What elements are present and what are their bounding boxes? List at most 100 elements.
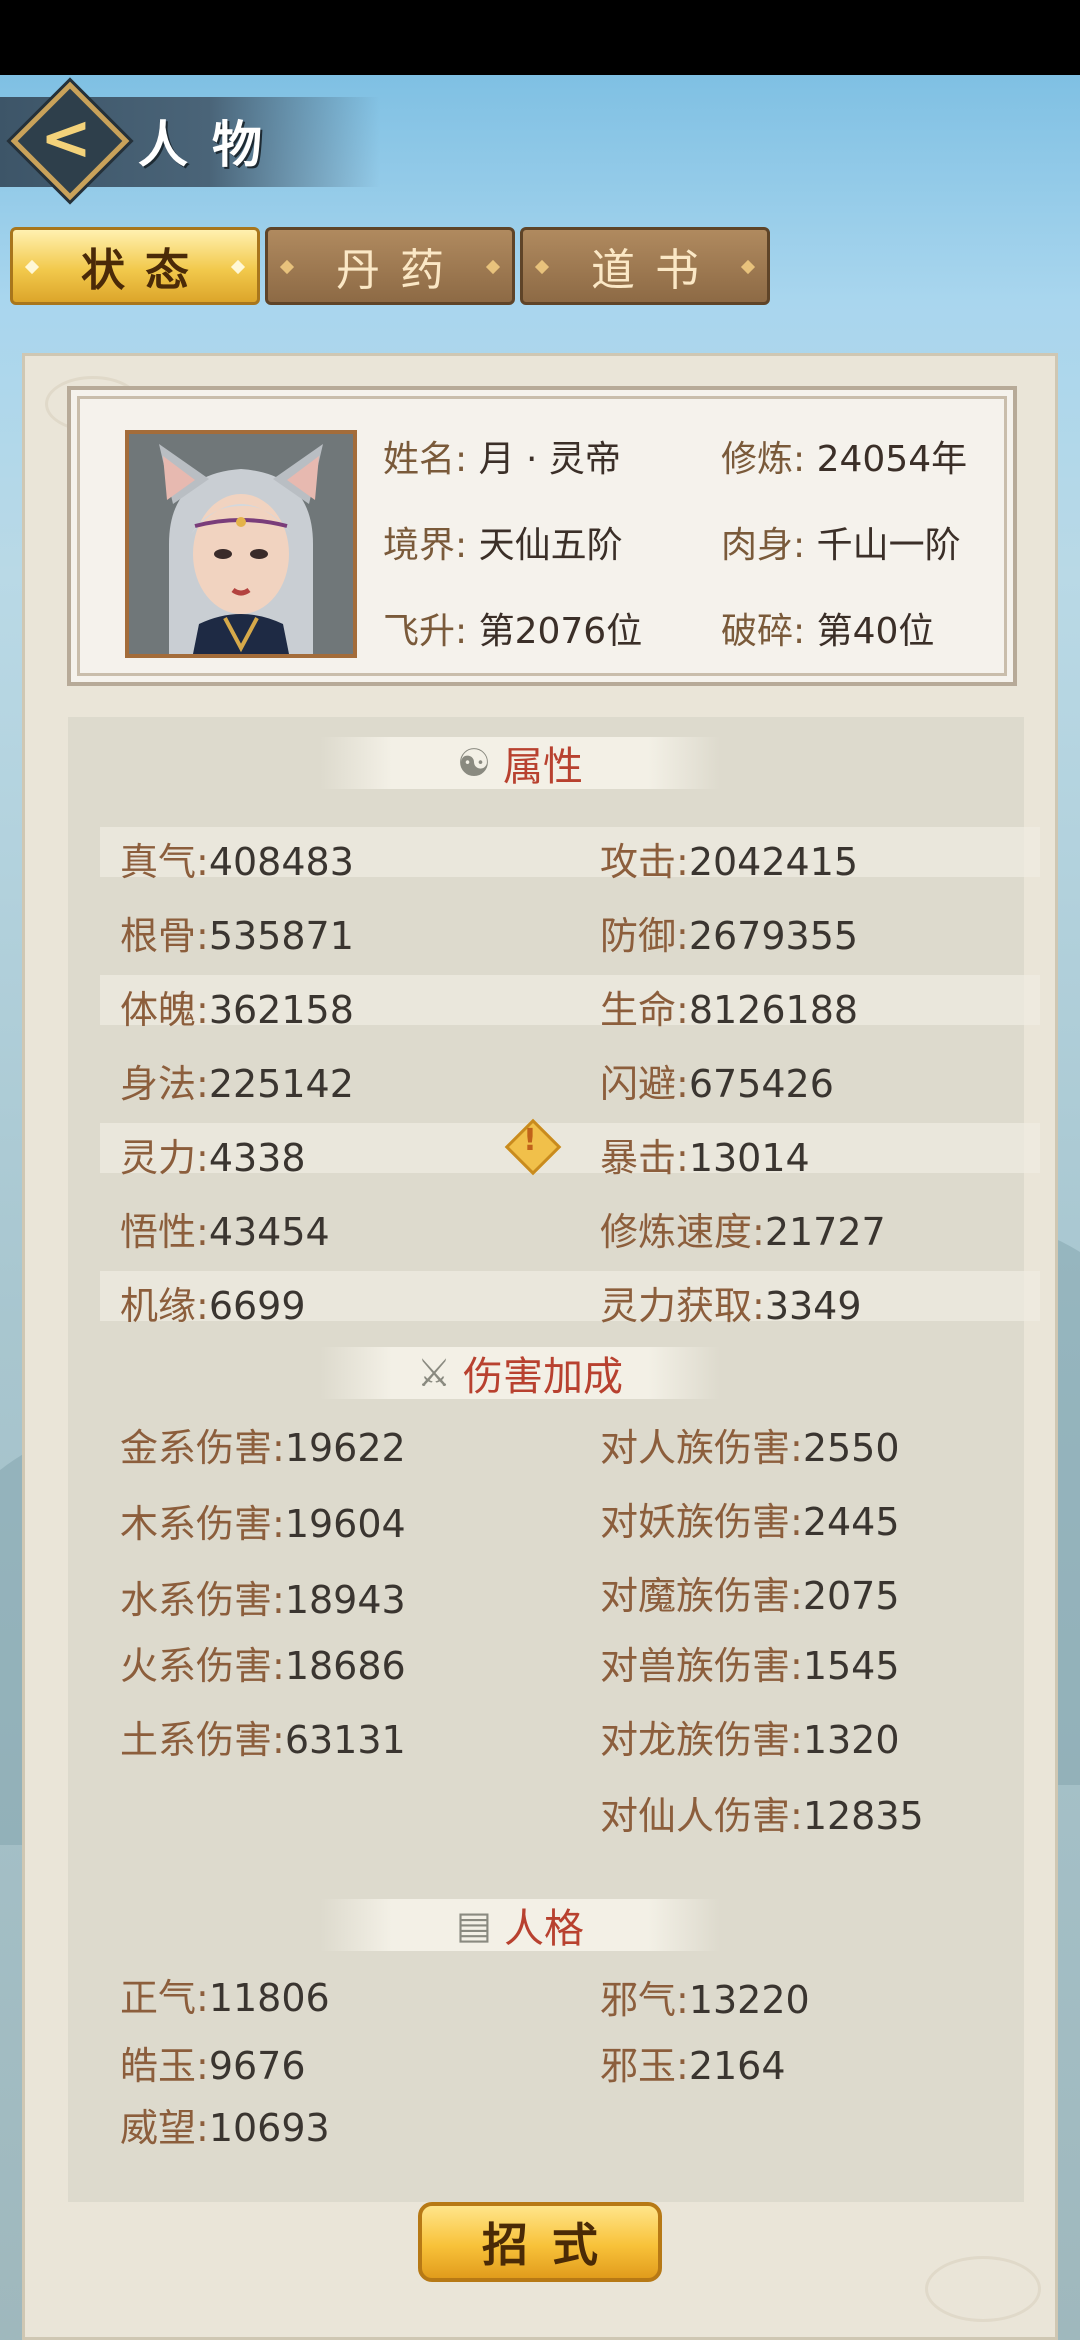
stat-label: 正气: [120,1976,209,2020]
character-portrait[interactable] [125,430,357,658]
skills-button[interactable]: 招式 [418,2202,662,2282]
warning-icon[interactable]: ! [504,1118,562,1176]
stat-value: 4338 [208,1136,306,1180]
stat-label: 木系伤害: [120,1502,285,1546]
stat-row: 邪气:13220 [600,1969,810,2024]
stat-row: 金系伤害:19622 [120,1417,406,1472]
tab-label: 道书 [591,245,719,296]
stat-value: 6699 [208,1284,306,1328]
stat-value: 3349 [764,1284,862,1328]
stat-row: 灵力:4338 [120,1127,306,1182]
stat-label: 邪玉: [600,2044,689,2088]
stat-label: 身法: [120,1062,209,1106]
stat-value: 2075 [802,1574,900,1618]
stat-label: 真气: [120,840,209,884]
stat-row: 威望:10693 [120,2097,330,2152]
stat-value: 2445 [802,1500,900,1544]
stat-value: 12835 [802,1794,924,1838]
stat-label: 邪气: [600,1978,689,2022]
section-title: 属性 [503,744,584,790]
yin-yang-icon: ☯ [456,741,492,785]
stat-value: 21727 [764,1210,886,1254]
tab-ornament [230,259,246,275]
stat-label: 攻击: [600,840,689,884]
stat-row: 根骨:535871 [120,905,354,960]
stat-value: 1545 [802,1644,900,1688]
section-header-attributes: ☯ 属性 [320,737,720,790]
stat-row: 对魔族伤害:2075 [600,1565,900,1620]
stat-label: 火系伤害: [120,1644,285,1688]
stat-row: 暴击:13014 [600,1127,810,1182]
stat-row: 水系伤害:18943 [120,1569,406,1624]
stat-label: 对人族伤害: [600,1426,803,1470]
tab-daoist-books[interactable]: 道书 [520,227,770,305]
chevron-left-icon: < [40,101,92,174]
stat-label: 防御: [600,914,689,958]
stat-row: 身法:225142 [120,1053,354,1108]
stat-row: 灵力获取:3349 [600,1275,862,1330]
stat-value: 2164 [688,2044,786,2088]
stat-row: 对妖族伤害:2445 [600,1491,900,1546]
tab-status[interactable]: 状态 [10,227,260,305]
stat-label: 皓玉: [120,2044,209,2088]
stat-row: 体魄:362158 [120,979,354,1034]
stat-label: 威望: [120,2106,209,2150]
stat-value: 362158 [208,988,354,1032]
stat-row: 对仙人伤害:12835 [600,1785,924,1840]
info-label: 破碎: [721,611,806,652]
tab-ornament [740,259,756,275]
stat-value: 8126188 [688,988,859,1032]
stat-value: 2550 [802,1426,900,1470]
stat-value: 10693 [208,2106,330,2150]
stat-value: 18686 [284,1644,406,1688]
crossed-swords-icon: ⚔ [416,1351,452,1395]
info-label: 境界: [383,525,468,566]
stat-value: 9676 [208,2044,306,2088]
stat-row: 机缘:6699 [120,1275,306,1330]
stat-label: 灵力: [120,1136,209,1180]
info-value: 第40位 [816,611,935,652]
info-cultivation-years: 修炼: 24054年 [721,430,967,482]
stat-row: 土系伤害:63131 [120,1709,406,1764]
stat-value: 19622 [284,1426,406,1470]
section-header-damage: ⚔ 伤害加成 [320,1347,720,1400]
stat-label: 暴击: [600,1136,689,1180]
stat-value: 63131 [284,1718,406,1762]
info-label: 肉身: [721,525,806,566]
back-button[interactable]: < [10,81,130,201]
stat-label: 体魄: [120,988,209,1032]
stat-label: 机缘: [120,1284,209,1328]
stat-value: 11806 [208,1976,330,2020]
cloud-ornament [925,2256,1041,2322]
section-title: 人格 [503,1906,584,1952]
info-value: 天仙五阶 [478,525,623,566]
stat-label: 金系伤害: [120,1426,285,1470]
stat-value: 675426 [688,1062,834,1106]
tab-label: 丹药 [336,245,464,296]
tab-elixir[interactable]: 丹药 [265,227,515,305]
info-name: 姓名: 月 · 灵帝 [383,430,621,482]
tab-ornament [24,259,40,275]
section-header-personality: ▤ 人格 [320,1899,720,1952]
info-value: 月 · 灵帝 [478,439,621,480]
stat-value: 535871 [208,914,354,958]
tab-ornament [279,259,295,275]
stat-row: 生命:8126188 [600,979,858,1034]
stat-label: 对魔族伤害: [600,1574,803,1618]
stat-value: 225142 [208,1062,354,1106]
stat-row: 闪避:675426 [600,1053,834,1108]
exclamation-mark: ! [523,1123,537,1158]
stat-row: 火系伤害:18686 [120,1635,406,1690]
stat-label: 对龙族伤害: [600,1718,803,1762]
section-title: 伤害加成 [463,1354,624,1400]
stat-row: 攻击:2042415 [600,831,858,886]
stat-label: 土系伤害: [120,1718,285,1762]
stat-value: 1320 [802,1718,900,1762]
stat-value: 43454 [208,1210,330,1254]
stat-value: 13220 [688,1978,810,2022]
stat-label: 闪避: [600,1062,689,1106]
info-value: 24054年 [816,439,968,480]
stat-row: 真气:408483 [120,831,354,886]
stat-label: 修炼速度: [600,1210,765,1254]
document-icon: ▤ [456,1903,492,1947]
